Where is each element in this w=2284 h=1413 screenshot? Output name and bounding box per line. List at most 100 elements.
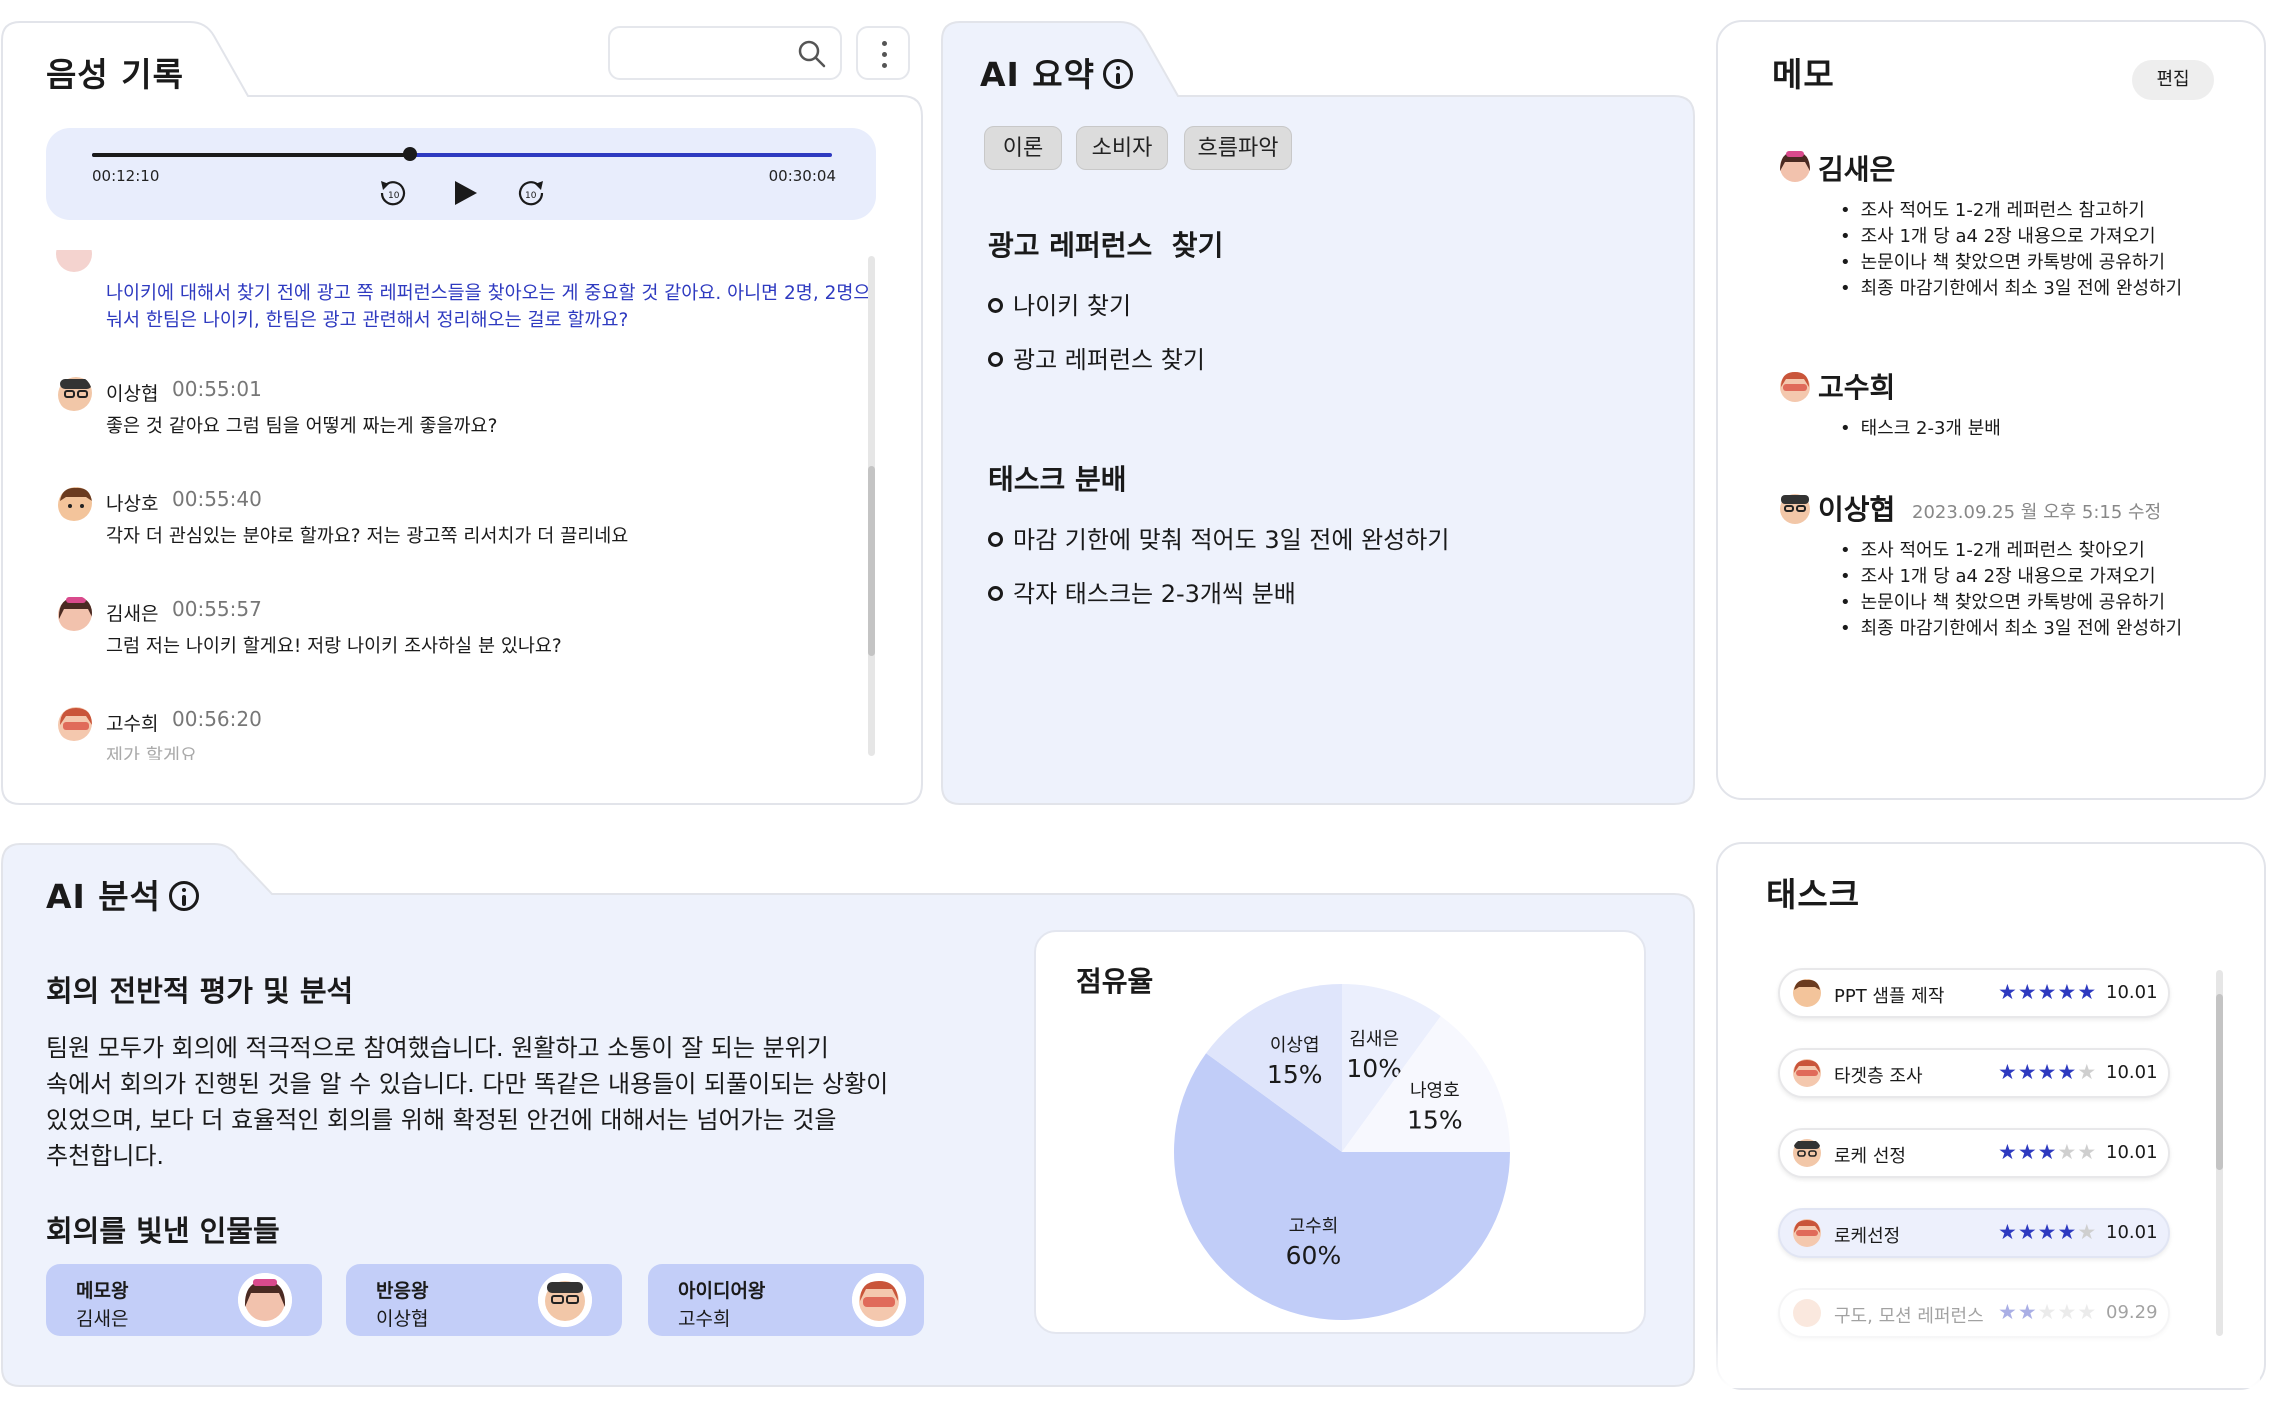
summary-item: 각자 태스크는 2-3개씩 분배 bbox=[988, 574, 1296, 609]
person-card-reaction[interactable]: 반응왕 이상협 bbox=[346, 1264, 622, 1336]
speaker-name: 고수희 bbox=[106, 713, 159, 735]
pie-value-label: 10% bbox=[1346, 1054, 1402, 1083]
task-name: 로케 선정 bbox=[1834, 1146, 1906, 1167]
avatar bbox=[58, 707, 92, 741]
memo-list: 조사 적어도 1-2개 레퍼런스 참고하기 조사 1개 당 a4 2장 내용으로… bbox=[1840, 198, 2183, 302]
task-item[interactable]: 로케 선정 ★★★★★ 10.01 bbox=[1778, 1128, 2170, 1178]
star-icon: ★ bbox=[2057, 1300, 2078, 1324]
task-date: 10.01 bbox=[2106, 1142, 2158, 1163]
avatar bbox=[56, 250, 92, 272]
star-icon: ★ bbox=[2057, 980, 2078, 1004]
memo-item: 논문이나 책 찾았으면 카톡방에 공유하기 bbox=[1840, 590, 2182, 616]
memo-item: 조사 적어도 1-2개 레퍼런스 참고하기 bbox=[1840, 198, 2182, 224]
analysis-paragraph: 팀원 모두가 회의에 적극적으로 참여했습니다. 원활하고 소통이 잘 되는 분… bbox=[46, 1034, 889, 1170]
info-icon[interactable] bbox=[1103, 58, 1134, 89]
task-name: 로케선정 bbox=[1834, 1226, 1901, 1247]
analysis-title: AI 분석 bbox=[46, 870, 200, 918]
voice-title: 음성 기록 bbox=[46, 55, 184, 94]
memo-item: 조사 1개 당 a4 2장 내용으로 가져오기 bbox=[1840, 564, 2182, 590]
task-scrollbar[interactable] bbox=[2216, 970, 2223, 1336]
summary-item: 나이키 찾기 bbox=[988, 286, 1131, 321]
speaker-name: 이상협 bbox=[106, 383, 159, 405]
task-item[interactable]: PPT 샘플 제작 ★★★★★ 10.01 bbox=[1778, 968, 2170, 1018]
star-icon: ★ bbox=[2017, 1140, 2038, 1164]
avatar bbox=[58, 487, 92, 521]
more-options-button[interactable] bbox=[856, 26, 910, 80]
avatar bbox=[1793, 979, 1821, 1007]
star-icon: ★ bbox=[1998, 1140, 2018, 1164]
avatar bbox=[1780, 151, 1810, 182]
star-icon: ★ bbox=[2077, 1060, 2098, 1084]
rewind-10-icon[interactable]: 10 bbox=[378, 178, 408, 208]
pie-value-label: 60% bbox=[1286, 1241, 1342, 1270]
avatar bbox=[238, 1273, 292, 1327]
avatar bbox=[538, 1273, 592, 1327]
more-dots-icon bbox=[882, 41, 887, 46]
person-card-memo[interactable]: 메모왕 김새은 bbox=[46, 1264, 322, 1336]
star-icon: ★ bbox=[2037, 980, 2058, 1004]
memo-item: 조사 적어도 1-2개 레퍼런스 찾아오기 bbox=[1840, 538, 2182, 564]
task-title: 태스크 bbox=[1766, 875, 1861, 914]
star-icon: ★ bbox=[2077, 1140, 2098, 1164]
search-input[interactable] bbox=[624, 28, 794, 76]
task-item-selected[interactable]: 로케선정 ★★★★★ 10.01 bbox=[1778, 1208, 2170, 1258]
summary-chip[interactable]: 이론 bbox=[984, 126, 1062, 170]
message-text: 그럼 저는 나이키 할게요! 저랑 나이키 조사하실 분 있나요? bbox=[106, 636, 562, 657]
message-text: 나이키에 대해서 찾기 전에 광고 쪽 레퍼런스들을 찾아오는 게 중요할 것 … bbox=[106, 283, 870, 331]
star-icon: ★ bbox=[2077, 1300, 2098, 1324]
avatar bbox=[58, 377, 92, 411]
current-time: 00:12:10 bbox=[92, 167, 160, 185]
memo-item: 논문이나 책 찾았으면 카톡방에 공유하기 bbox=[1840, 250, 2182, 276]
avatar bbox=[1793, 1139, 1821, 1167]
pie-value-label: 15% bbox=[1407, 1106, 1463, 1135]
search-icon[interactable] bbox=[798, 40, 826, 68]
star-icon: ★ bbox=[1998, 1060, 2018, 1084]
pie-label: 김새은 bbox=[1349, 1029, 1399, 1050]
memo-item: 최종 마감기한에서 최소 3일 전에 완성하기 bbox=[1840, 276, 2183, 302]
transcript-scrollbar[interactable] bbox=[868, 256, 875, 756]
share-pie-chart: 고수희 60% 이상엽 15% 김새은 10% 나영호 15% bbox=[1174, 984, 1510, 1320]
star-icon: ★ bbox=[2037, 1300, 2058, 1324]
star-icon: ★ bbox=[2017, 980, 2038, 1004]
progress-knob[interactable] bbox=[403, 147, 418, 161]
pie-label: 고수희 bbox=[1289, 1216, 1339, 1237]
memo-list: 태스크 2-3개 분배 bbox=[1840, 416, 2001, 442]
person-role: 메모왕 bbox=[76, 1280, 129, 1302]
person-card-idea[interactable]: 아이디어왕 고수희 bbox=[648, 1264, 924, 1336]
message-time: 00:55:57 bbox=[172, 597, 262, 621]
avatar bbox=[1780, 494, 1810, 524]
avatar bbox=[58, 597, 92, 631]
svg-text:10: 10 bbox=[388, 191, 400, 201]
summary-heading: 태스크 분배 bbox=[988, 463, 1127, 496]
pie-label: 이상엽 bbox=[1270, 1035, 1320, 1056]
transcript-list[interactable]: 나이키에 대해서 찾기 전에 광고 쪽 레퍼런스들을 찾아오는 게 중요할 것 … bbox=[50, 250, 870, 760]
person-role: 아이디어왕 bbox=[678, 1280, 766, 1302]
total-time: 00:30:04 bbox=[768, 167, 836, 185]
star-icon: ★ bbox=[1998, 1300, 2018, 1324]
star-icon: ★ bbox=[2037, 1060, 2058, 1084]
play-icon[interactable] bbox=[450, 178, 480, 208]
task-date: 10.01 bbox=[2106, 1062, 2158, 1083]
info-icon[interactable] bbox=[169, 880, 200, 911]
star-icon: ★ bbox=[2057, 1220, 2078, 1244]
summary-panel-frame bbox=[941, 21, 1695, 805]
star-icon: ★ bbox=[1998, 1220, 2018, 1244]
memo-author: 이상협 bbox=[1818, 493, 1896, 526]
summary-chip[interactable]: 흐름파악 bbox=[1184, 126, 1292, 170]
edit-button[interactable]: 편집 bbox=[2132, 60, 2214, 100]
star-icon: ★ bbox=[2017, 1060, 2038, 1084]
memo-author: 고수희 bbox=[1818, 371, 1896, 404]
transcript-scrollbar-thumb[interactable] bbox=[868, 466, 875, 656]
summary-chip[interactable]: 소비자 bbox=[1076, 126, 1168, 170]
task-rating: ★★★★★ bbox=[1998, 1300, 2097, 1324]
summary-item: 마감 기한에 맞춰 적어도 3일 전에 완성하기 bbox=[988, 520, 1449, 555]
task-scrollbar-thumb[interactable] bbox=[2216, 994, 2223, 1170]
forward-10-icon[interactable]: 10 bbox=[516, 178, 546, 208]
task-name: 구도, 모션 레퍼런스 bbox=[1834, 1306, 1984, 1327]
share-chart-card: 점유율 고수희 60% 이상엽 15% 김새은 10% 나영호 15% bbox=[1034, 930, 1646, 1334]
star-icon: ★ bbox=[2017, 1220, 2038, 1244]
search-box[interactable] bbox=[608, 26, 842, 80]
speaker-name: 나상호 bbox=[106, 493, 159, 515]
task-item[interactable]: 타겟층 조사 ★★★★★ 10.01 bbox=[1778, 1048, 2170, 1098]
ai-summary-panel: AI 요약 bbox=[940, 0, 1696, 806]
